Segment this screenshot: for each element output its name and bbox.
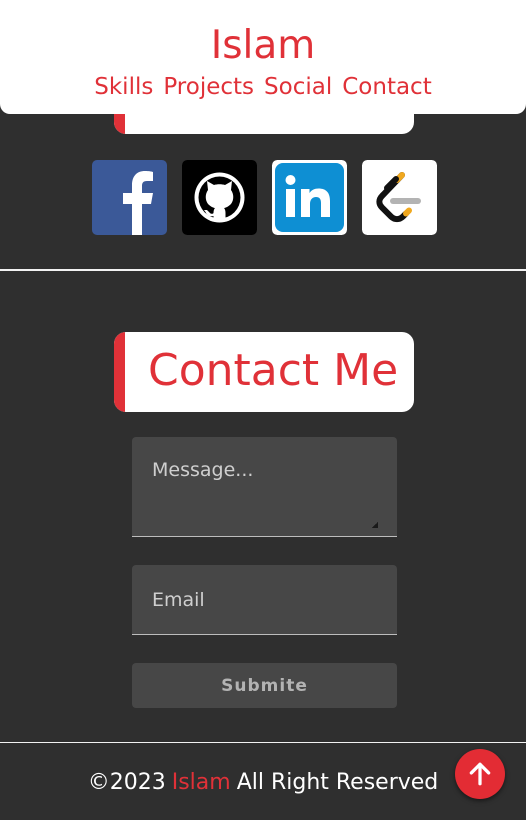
footer-name: Islam — [171, 770, 231, 795]
contact-section-heading: Contact Me — [114, 332, 414, 412]
leetcode-icon[interactable] — [362, 160, 437, 235]
main-nav: Skills Projects Social Contact — [0, 71, 526, 103]
copyright-year: ©2023 — [87, 770, 166, 795]
contact-title: Contact Me — [148, 345, 399, 396]
brand-logo-text[interactable]: Islam — [0, 23, 526, 69]
site-header: Islam Skills Projects Social Contact — [0, 1, 526, 114]
arrow-up-icon — [469, 762, 491, 786]
linkedin-icon[interactable] — [272, 160, 347, 235]
footer-divider — [0, 742, 526, 743]
site-footer: ©2023 Islam All Right Reserved — [0, 766, 526, 800]
rights-text: All Right Reserved — [236, 770, 439, 795]
message-input[interactable] — [132, 437, 397, 537]
nav-link-contact[interactable]: Contact — [342, 71, 431, 103]
social-links — [92, 160, 437, 235]
nav-link-social[interactable]: Social — [264, 71, 332, 103]
nav-link-projects[interactable]: Projects — [163, 71, 254, 103]
submit-button[interactable]: Submite — [132, 663, 397, 708]
email-input[interactable] — [132, 565, 397, 635]
section-divider — [0, 269, 526, 271]
facebook-icon[interactable] — [92, 160, 167, 235]
scroll-to-top-button[interactable] — [455, 749, 505, 799]
textarea-resize-handle[interactable] — [372, 522, 378, 528]
nav-link-skills[interactable]: Skills — [94, 71, 153, 103]
github-icon[interactable] — [182, 160, 257, 235]
